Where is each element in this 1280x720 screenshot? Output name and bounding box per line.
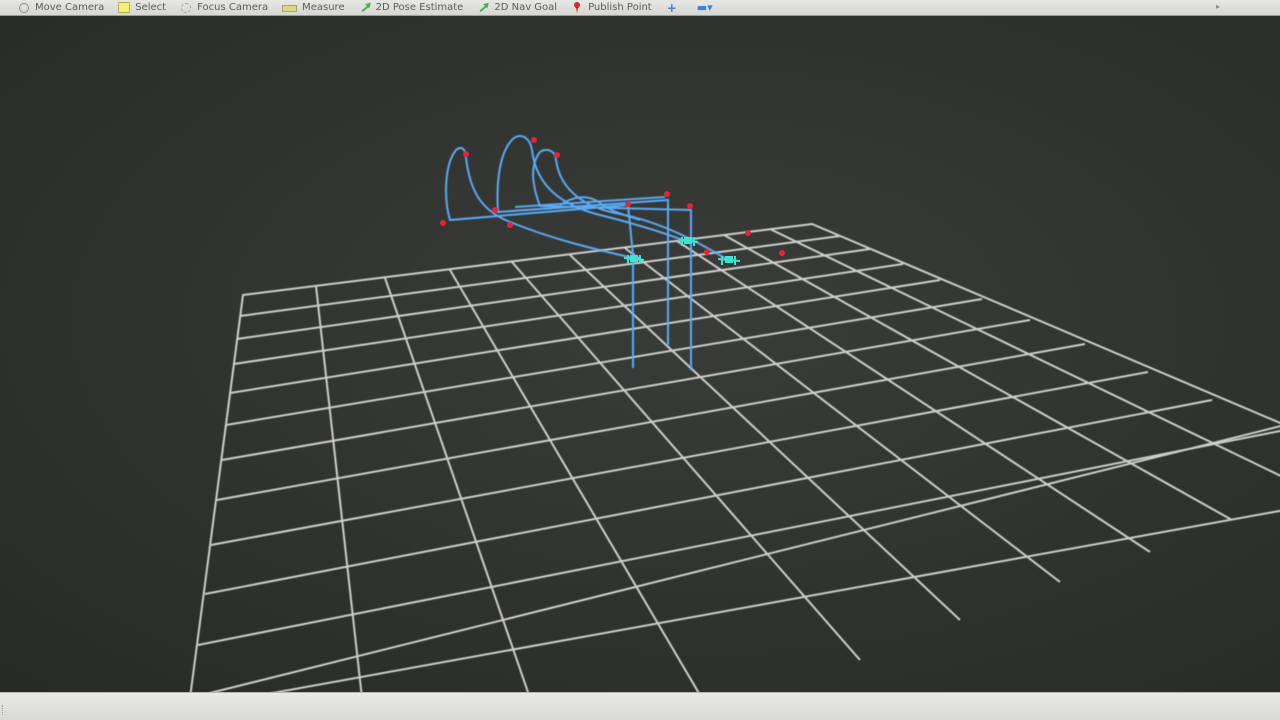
add-tool-button[interactable]: + bbox=[660, 0, 691, 16]
minus-dropdown-icon: ▬▾ bbox=[696, 0, 713, 14]
3d-render-view[interactable] bbox=[0, 16, 1280, 692]
nav-goal-label: 2D Nav Goal bbox=[494, 2, 558, 13]
tools-toolbar: Move Camera Select Focus Camera Measure … bbox=[0, 0, 1280, 16]
grid-row bbox=[221, 319, 1031, 461]
waypoint-marker bbox=[492, 207, 498, 213]
waypoint-marker bbox=[507, 222, 513, 228]
nav-goal-tool[interactable]: 2D Nav Goal bbox=[471, 0, 565, 16]
publish-point-label: Publish Point bbox=[588, 2, 652, 13]
grid-column bbox=[723, 234, 1233, 521]
grid-row bbox=[225, 298, 983, 426]
remove-tool-button[interactable]: ▬▾ bbox=[691, 0, 726, 16]
rviz-window: Move Camera Select Focus Camera Measure … bbox=[0, 0, 1280, 720]
waypoint-marker bbox=[625, 201, 631, 207]
ruler-icon bbox=[282, 5, 298, 12]
move-camera-label: Move Camera bbox=[35, 2, 105, 13]
measure-tool[interactable]: Measure bbox=[276, 0, 353, 16]
focus-camera-tool[interactable]: Focus Camera bbox=[174, 0, 276, 16]
select-label: Select bbox=[135, 2, 167, 13]
window-menu-icon[interactable]: ▸ bbox=[1216, 2, 1220, 11]
select-icon bbox=[118, 2, 131, 13]
map-pin-icon bbox=[571, 1, 583, 14]
waypoint-marker bbox=[440, 220, 446, 226]
resize-grip-icon[interactable] bbox=[2, 705, 7, 715]
waypoint-marker bbox=[687, 203, 693, 209]
grid-column bbox=[272, 509, 1280, 692]
trajectory-path bbox=[496, 135, 689, 345]
pose-estimate-tool[interactable]: 2D Pose Estimate bbox=[353, 0, 472, 16]
green-arrow-icon bbox=[477, 2, 489, 14]
pose-estimate-label: 2D Pose Estimate bbox=[375, 2, 464, 13]
waypoints bbox=[440, 137, 785, 256]
focus-camera-label: Focus Camera bbox=[197, 2, 269, 13]
grid-column bbox=[511, 261, 861, 661]
grid-column bbox=[676, 240, 1151, 553]
grid-column bbox=[569, 254, 961, 621]
select-tool[interactable]: Select bbox=[112, 0, 174, 16]
waypoint-marker bbox=[531, 137, 537, 143]
waypoint-marker bbox=[554, 152, 560, 158]
waypoint-marker bbox=[745, 230, 751, 236]
scene-canvas bbox=[189, 135, 1280, 692]
waypoint-marker bbox=[704, 249, 710, 255]
measure-label: Measure bbox=[302, 2, 345, 13]
waypoint-marker bbox=[664, 191, 670, 197]
grid-row bbox=[204, 399, 1213, 595]
waypoint-marker bbox=[463, 151, 469, 157]
publish-point-tool[interactable]: Publish Point bbox=[565, 0, 660, 16]
grid-row bbox=[197, 429, 1280, 646]
plus-icon: + bbox=[666, 0, 677, 15]
ground-grid bbox=[189, 222, 1280, 692]
move-camera-tool[interactable]: Move Camera bbox=[12, 0, 112, 16]
status-bar bbox=[0, 692, 1280, 720]
green-arrow-icon bbox=[359, 2, 371, 14]
drone-marker bbox=[717, 256, 741, 265]
grid-row bbox=[239, 235, 841, 317]
waypoint-marker bbox=[779, 250, 785, 256]
drone-marker bbox=[677, 237, 699, 246]
grid-column bbox=[384, 277, 529, 692]
move-camera-icon bbox=[18, 2, 30, 14]
focus-camera-icon bbox=[180, 2, 192, 14]
